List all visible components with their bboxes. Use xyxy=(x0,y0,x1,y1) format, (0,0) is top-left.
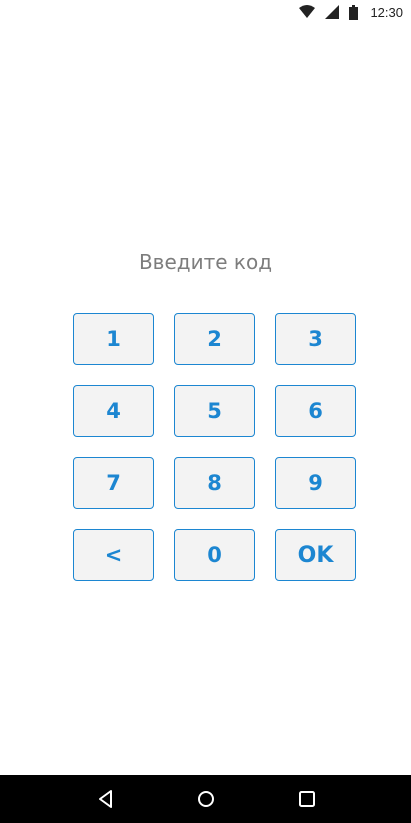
recents-button[interactable] xyxy=(295,787,319,811)
ok-button[interactable]: OK xyxy=(275,529,356,581)
wifi-icon xyxy=(299,5,316,19)
key-7[interactable]: 7 xyxy=(73,457,154,509)
home-icon xyxy=(198,791,214,807)
status-bar: 12:30 xyxy=(0,0,411,24)
key-8[interactable]: 8 xyxy=(174,457,255,509)
key-9[interactable]: 9 xyxy=(275,457,356,509)
key-3[interactable]: 3 xyxy=(275,313,356,365)
key-5[interactable]: 5 xyxy=(174,385,255,437)
key-1[interactable]: 1 xyxy=(73,313,154,365)
enter-code-prompt: Введите код xyxy=(138,250,273,274)
status-time: 12:30 xyxy=(370,4,403,20)
navigation-bar xyxy=(0,775,411,823)
status-icons: 12:30 xyxy=(299,3,403,21)
key-4[interactable]: 4 xyxy=(73,385,154,437)
home-button[interactable] xyxy=(194,787,218,811)
recents-icon xyxy=(299,791,315,807)
backspace-key[interactable]: < xyxy=(73,529,154,581)
key-0[interactable]: 0 xyxy=(174,529,255,581)
back-icon xyxy=(99,790,112,808)
back-button[interactable] xyxy=(94,787,118,811)
pin-entry-screen: 12:30 Введите код 1 2 3 4 5 6 7 8 9 < 0 … xyxy=(0,0,411,823)
keypad: 1 2 3 4 5 6 7 8 9 < 0 OK xyxy=(73,313,356,581)
key-2[interactable]: 2 xyxy=(174,313,255,365)
key-6[interactable]: 6 xyxy=(275,385,356,437)
cell-signal-icon xyxy=(325,5,340,19)
battery-icon xyxy=(349,4,359,20)
